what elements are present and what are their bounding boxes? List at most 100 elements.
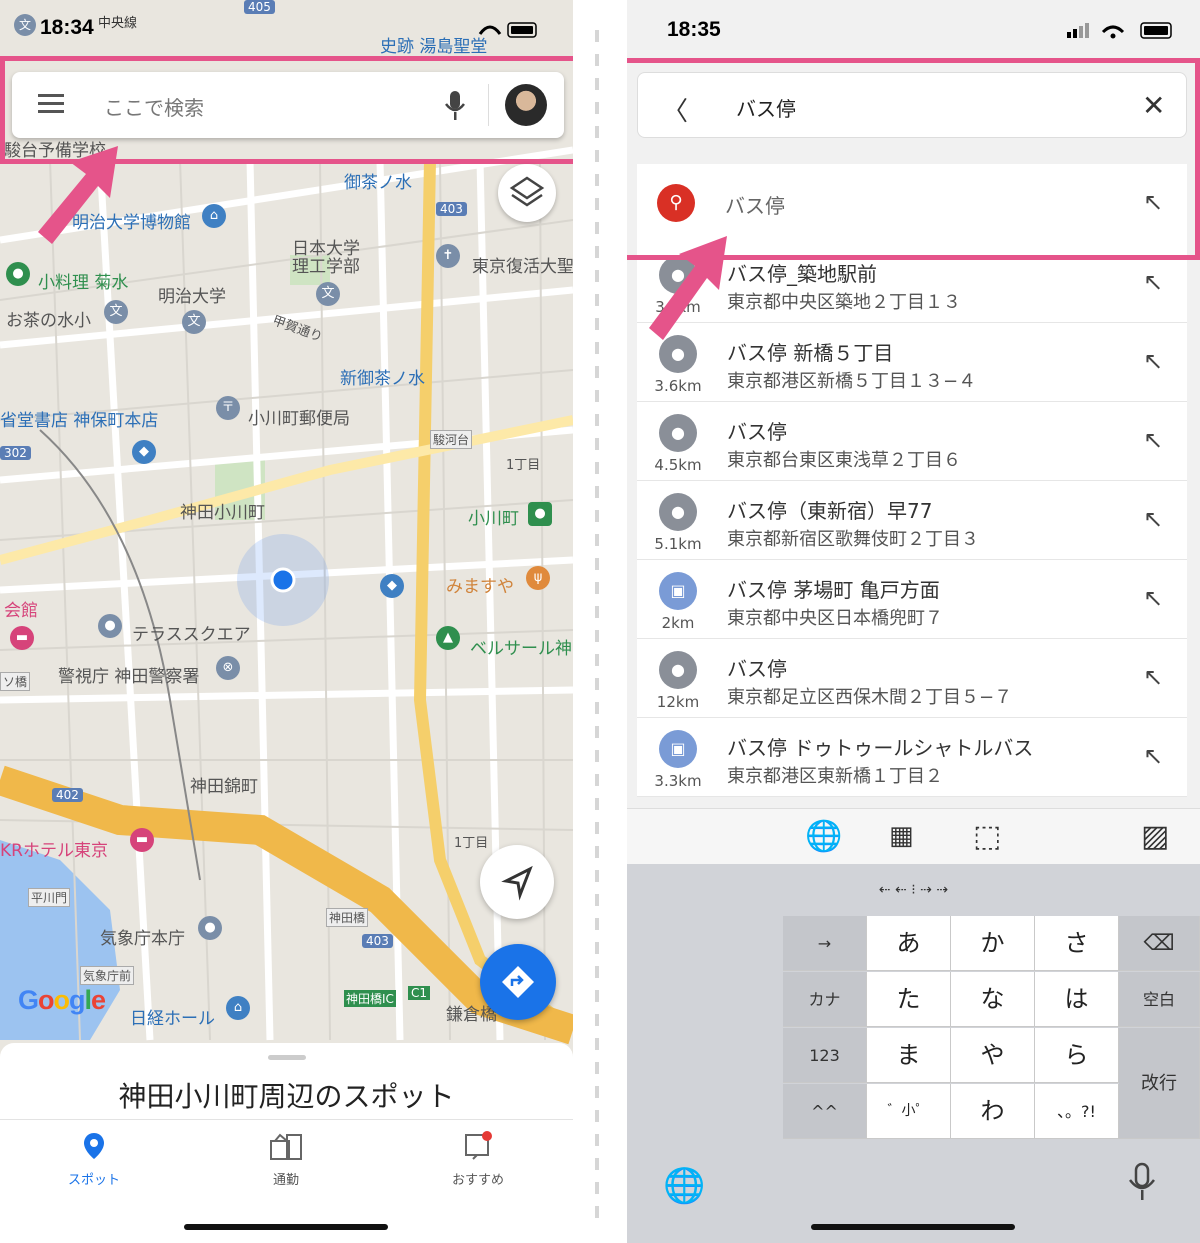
school-pin-icon[interactable]: 文 — [182, 310, 206, 334]
key-backspace[interactable]: ⌫ — [1119, 916, 1200, 971]
layers-button[interactable] — [498, 164, 556, 222]
image-icon[interactable]: ▨ — [1141, 819, 1169, 854]
battery-icon — [478, 22, 537, 38]
fill-query-arrow-icon[interactable]: ↖ — [1143, 584, 1163, 612]
map-label[interactable]: 東京復活大聖 — [472, 252, 573, 277]
map-label[interactable]: 神田橋IC — [344, 990, 396, 1007]
hotel-pin-icon[interactable]: ▬ — [10, 626, 34, 650]
map-label[interactable]: 日経ホール — [130, 1004, 215, 1029]
map-label[interactable]: 平川門 — [28, 888, 71, 907]
map-label[interactable]: 御茶ノ水 — [344, 168, 412, 193]
map-label[interactable]: 新御茶ノ水 — [340, 364, 425, 389]
map-label[interactable]: 省堂書店 神保町本店 — [0, 406, 158, 431]
police-pin-icon[interactable]: ⊗ — [216, 656, 240, 680]
drag-handle[interactable] — [268, 1055, 306, 1060]
fill-query-arrow-icon[interactable]: ↖ — [1143, 663, 1163, 691]
key-ya[interactable]: や — [951, 1028, 1035, 1083]
key-punctuation[interactable]: 、。?! — [1035, 1084, 1119, 1139]
map-label[interactable]: 小料理 菊水 — [38, 268, 128, 293]
key-return[interactable]: 改行 — [1119, 1028, 1200, 1139]
restaurant-pin-icon[interactable]: ψ — [526, 566, 550, 590]
map-label[interactable]: 神田橋 — [326, 908, 369, 927]
key-ka[interactable]: か — [951, 916, 1035, 971]
my-location-button[interactable] — [480, 845, 554, 919]
map-label[interactable]: みますや — [446, 572, 514, 597]
key-sa[interactable]: さ — [1035, 916, 1119, 971]
home-indicator[interactable] — [184, 1224, 388, 1230]
map-label[interactable]: 神田小川町 — [180, 498, 265, 523]
fill-query-arrow-icon[interactable]: ↖ — [1143, 742, 1163, 770]
key-emoji[interactable]: ^^ — [783, 1084, 867, 1139]
grid-keyboard-icon[interactable]: ▦ — [889, 821, 914, 851]
church-pin-icon[interactable]: ✝ — [436, 244, 460, 268]
restaurant-pin-icon[interactable]: ● — [6, 262, 30, 286]
key-ra[interactable]: ら — [1035, 1028, 1119, 1083]
shopping-pin-icon[interactable]: ◆ — [380, 574, 404, 598]
map-label[interactable]: 気象庁本庁 — [100, 924, 185, 949]
place-pin-icon[interactable]: ● — [98, 614, 122, 638]
post-office-pin-icon[interactable]: 〒 — [216, 396, 240, 420]
map-label[interactable]: 理工学部 — [292, 252, 360, 277]
school-pin-icon[interactable]: 文 — [316, 282, 340, 306]
fill-query-arrow-icon[interactable]: ↖ — [1143, 268, 1163, 296]
directions-button[interactable] — [480, 944, 556, 1020]
venue-pin-icon[interactable]: ⌂ — [226, 996, 250, 1020]
map-label[interactable]: 神田錦町 — [190, 772, 258, 797]
map-label[interactable]: C1 — [408, 986, 431, 1000]
microphone-icon[interactable] — [1127, 1162, 1157, 1202]
key-kana[interactable]: カナ — [783, 972, 867, 1027]
list-item[interactable]: ▣ 3.3km バス停 ドゥトゥールシャトルバス 東京都港区東新橋１丁目２ ↖ — [637, 718, 1187, 797]
map-label[interactable]: ベルサール神 — [470, 634, 572, 659]
key-na[interactable]: な — [951, 972, 1035, 1027]
key-123[interactable]: 123 — [783, 1028, 867, 1083]
map-label[interactable]: 気象庁前 — [80, 966, 135, 985]
station-pin-icon[interactable]: ● — [528, 502, 552, 526]
map-label[interactable]: 警視庁 神田警察署 — [58, 662, 199, 687]
map-label[interactable]: KRホテル東京 — [0, 836, 108, 861]
key-a[interactable]: あ — [867, 916, 951, 971]
event-venue-pin-icon[interactable]: ▲ — [436, 626, 460, 650]
candidate-bar-arrows[interactable]: ⇠ ⇠ ⁝ ⇢ ⇢ — [627, 864, 1200, 916]
map-label[interactable]: ソ橋 — [0, 672, 31, 691]
status-icons — [1067, 22, 1172, 39]
list-item[interactable]: ▣ 2km バス停 茅場町 亀戸方面 東京都中央区日本橋兜町７ ↖ — [637, 560, 1187, 639]
road-shield: 402 — [52, 788, 83, 802]
museum-pin-icon[interactable]: ⌂ — [202, 204, 226, 228]
fill-query-arrow-icon[interactable]: ↖ — [1143, 505, 1163, 533]
key-ha[interactable]: は — [1035, 972, 1119, 1027]
result-name: バス停 — [727, 657, 787, 681]
school-pin-icon[interactable]: 文 — [104, 300, 128, 324]
key-ma[interactable]: ま — [867, 1028, 951, 1083]
result-address: 東京都港区新橋５丁目１３−４ — [727, 371, 977, 392]
key-dakuten[interactable]: ゛小゜ — [867, 1084, 951, 1139]
result-address: 東京都港区東新橋１丁目２ — [727, 766, 943, 787]
fill-query-arrow-icon[interactable]: ↖ — [1143, 426, 1163, 454]
crop-icon[interactable]: ⬚ — [973, 819, 1001, 854]
place-pin-icon[interactable]: ● — [198, 916, 222, 940]
key-next[interactable]: → — [783, 916, 867, 971]
map-label[interactable]: 明治大学 — [158, 282, 226, 307]
tab-commute[interactable]: 通勤 — [226, 1131, 346, 1188]
key-ta[interactable]: た — [867, 972, 951, 1027]
fill-query-arrow-icon[interactable]: ↖ — [1143, 347, 1163, 375]
home-indicator[interactable] — [811, 1224, 1015, 1230]
bottom-sheet[interactable]: 神田小川町周辺のスポット スポット 通勤 おすすめ — [0, 1043, 573, 1243]
list-item[interactable]: ● 5.1km バス停（東新宿）早77 東京都新宿区歌舞伎町２丁目３ ↖ — [637, 481, 1187, 560]
globe-icon[interactable]: 🌐 — [663, 1166, 705, 1206]
globe-icon[interactable]: 🌐 — [805, 819, 842, 854]
key-space[interactable]: 空白 — [1119, 972, 1200, 1027]
map-label[interactable]: 小川町郵便局 — [248, 404, 350, 429]
list-item[interactable]: ● 4.5km バス停 東京都台東区東浅草２丁目６ ↖ — [637, 402, 1187, 481]
tab-spots[interactable]: スポット — [34, 1131, 154, 1188]
map-label[interactable]: テラススクエア — [132, 620, 251, 645]
map-label[interactable]: 駿河台 — [430, 430, 473, 449]
shopping-pin-icon[interactable]: ◆ — [132, 440, 156, 464]
map-label[interactable]: 会館 — [4, 596, 38, 621]
map-label[interactable]: 小川町 — [468, 504, 519, 529]
map-label[interactable]: お茶の水小 — [6, 306, 91, 331]
key-wa[interactable]: わ — [951, 1084, 1035, 1139]
tab-recommended[interactable]: おすすめ — [418, 1131, 538, 1188]
list-item[interactable]: ● 12km バス停 東京都足立区西保木間２丁目５−７ ↖ — [637, 639, 1187, 718]
hotel-pin-icon[interactable]: ▬ — [130, 828, 154, 852]
result-address: 東京都台東区東浅草２丁目６ — [727, 450, 961, 471]
